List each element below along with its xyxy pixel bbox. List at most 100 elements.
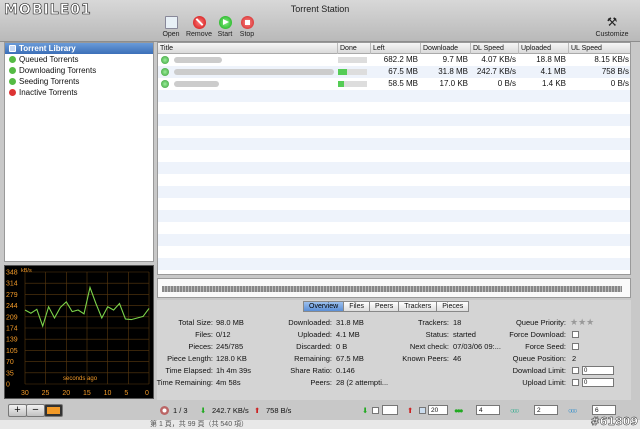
force-seed-checkbox[interactable]	[572, 343, 579, 350]
customize-button[interactable]: ⚒ Customize	[592, 16, 632, 39]
cell-ul-speed: 8.15 KB/s	[594, 55, 629, 64]
table-row[interactable]: 682.2 MB 9.7 MB 4.07 KB/s 18.8 MB 8.15 KB/s	[158, 54, 630, 66]
connections-icon: ○○○	[510, 406, 519, 415]
force-seed-label: Force Seed:	[525, 342, 566, 351]
sidebar-item-seeding[interactable]: Seeding Torrents	[5, 76, 153, 87]
total-size-label: Total Size:	[178, 318, 213, 327]
dl-limit-icon: ⬇	[362, 406, 369, 415]
graph-unit: kB/s	[21, 268, 32, 274]
graph-y-tick: 209	[6, 314, 18, 321]
upload-limit-checkbox[interactable]	[572, 379, 579, 386]
red-status-icon	[9, 89, 16, 96]
table-row[interactable]: 58.5 MB 17.0 KB 0 B/s 1.4 KB 0 B/s	[158, 78, 630, 90]
tab-files[interactable]: Files	[343, 301, 370, 312]
green-status-icon	[9, 56, 16, 63]
graph-toggle-button[interactable]	[44, 404, 63, 417]
downloaded-label: Downloaded:	[288, 318, 332, 327]
max-connections-field[interactable]: 2	[534, 405, 558, 415]
peers-value: 28 (2 attempti...	[336, 378, 389, 387]
sidebar-item-queued[interactable]: Queued Torrents	[5, 54, 153, 65]
upload-limit-label: Upload Limit:	[522, 378, 566, 387]
add-button[interactable]: +	[8, 404, 27, 417]
graph-x-tick: 15	[83, 390, 91, 397]
column-title[interactable]: Title	[158, 43, 338, 54]
downloaded-value: 31.8 MB	[336, 318, 364, 327]
tab-pieces[interactable]: Pieces	[436, 301, 470, 312]
queue-position-label: Queue Position:	[512, 354, 566, 363]
column-ul-speed[interactable]: UL Speed	[569, 43, 630, 54]
column-uploaded[interactable]: Uploaded	[519, 43, 569, 54]
table-row	[158, 174, 630, 186]
table-row	[158, 126, 630, 138]
time-elapsed-label: Time Elapsed:	[165, 366, 213, 375]
graph-y-tick: 244	[6, 303, 18, 310]
table-row	[158, 162, 630, 174]
start-icon	[218, 16, 232, 29]
graph-x-tick: 0	[145, 390, 149, 397]
share-ratio-value: 0.146	[336, 366, 355, 375]
column-left[interactable]: Left	[371, 43, 421, 54]
download-limit-label: Download Limit:	[512, 366, 566, 375]
speed-graph: 348 314 279 244 209 174 139 105 70 35 0 30 25 20 15 10 5…	[4, 265, 154, 399]
tab-peers[interactable]: Peers	[368, 301, 400, 312]
cell-downloaded: 9.7 MB	[442, 55, 468, 64]
next-check-label: Next check:	[409, 342, 449, 351]
download-limit-checkbox[interactable]	[572, 367, 579, 374]
graph-x-tick: 10	[104, 390, 112, 397]
table-row[interactable]: 67.5 MB 31.8 MB 242.7 KB/s 4.1 MB 758 B/s	[158, 66, 630, 78]
tab-overview[interactable]: Overview	[303, 301, 345, 312]
open-button[interactable]: Open	[157, 16, 185, 38]
known-peers-label: Known Peers:	[402, 354, 449, 363]
status-label: Status:	[425, 330, 449, 339]
done-progress-fill	[338, 69, 348, 75]
sidebar-item-inactive[interactable]: Inactive Torrents	[5, 87, 153, 98]
queue-priority-stars[interactable]: ★★★	[570, 317, 594, 328]
column-done[interactable]: Done	[338, 43, 371, 54]
download-limit-field[interactable]: 0	[582, 366, 614, 375]
discarded-value: 0 B	[336, 342, 348, 351]
ul-limit-checkbox[interactable]	[419, 407, 426, 414]
column-downloaded[interactable]: Downloade	[421, 43, 471, 54]
graph-y-tick: 348	[6, 270, 18, 277]
dl-limit-field[interactable]	[382, 405, 398, 415]
cell-uploaded: 4.1 MB	[540, 67, 566, 76]
remove-button[interactable]: Remove	[185, 16, 213, 38]
cell-ul-speed: 758 B/s	[601, 67, 629, 76]
max-peers-field[interactable]: 4	[476, 405, 500, 415]
ul-limit-field[interactable]: 20	[428, 405, 448, 415]
pieces-bar-fill	[162, 286, 622, 292]
max-slots-field[interactable]: 6	[592, 405, 616, 415]
sidebar-item-downloading[interactable]: Downloading Torrents	[5, 65, 153, 76]
pieces-label: Pieces:	[188, 342, 213, 351]
sidebar-item-torrent-library[interactable]: Torrent Library	[5, 43, 153, 54]
graph-icon	[47, 407, 60, 414]
tab-trackers[interactable]: Trackers	[398, 301, 438, 312]
start-status-icon[interactable]	[161, 68, 169, 76]
cell-left: 67.5 MB	[388, 67, 418, 76]
graph-x-tick: 25	[42, 390, 50, 397]
table-row	[158, 186, 630, 198]
force-download-label: Force Download:	[509, 330, 566, 339]
share-ratio-label: Share Ratio:	[290, 366, 332, 375]
graph-x-tick: 5	[124, 390, 128, 397]
stop-button[interactable]: Stop	[233, 16, 261, 38]
trackers-label: Trackers:	[418, 318, 449, 327]
cell-uploaded: 18.8 MB	[536, 55, 566, 64]
force-download-checkbox[interactable]	[572, 331, 579, 338]
graph-x-tick: 30	[21, 390, 29, 397]
peers-label: Peers:	[310, 378, 332, 387]
upload-limit-field[interactable]: 0	[582, 378, 614, 387]
remove-category-button[interactable]: −	[26, 404, 45, 417]
uploaded-value: 4.1 MB	[336, 330, 360, 339]
start-status-icon[interactable]	[161, 56, 169, 64]
cell-downloaded: 31.8 MB	[438, 67, 468, 76]
done-progress	[338, 69, 367, 75]
graph-y-tick: 174	[6, 326, 18, 333]
green-status-icon	[9, 78, 16, 85]
graph-x-tick: 20	[62, 390, 70, 397]
dl-limit-checkbox[interactable]	[372, 407, 379, 414]
toolbar: MOBILE01 Torrent Station Open Remove Sta…	[0, 0, 640, 42]
graph-y-tick: 0	[6, 382, 10, 389]
column-dl-speed[interactable]: DL Speed	[471, 43, 519, 54]
start-status-icon[interactable]	[161, 80, 169, 88]
